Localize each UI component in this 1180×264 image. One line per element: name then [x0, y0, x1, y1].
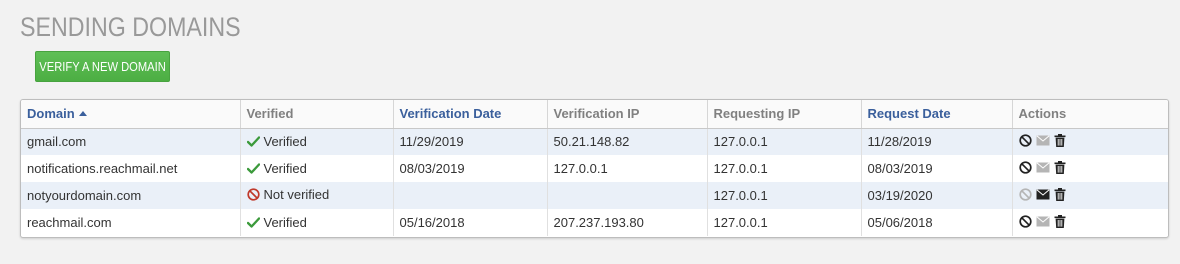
- table-row: gmail.com Verified 11/29/2019 50.21.148.82 1…: [21, 128, 1168, 155]
- table-row: notifications.reachmail.net Verified 08/03…: [21, 155, 1168, 182]
- request-date-cell: 08/03/2019: [861, 155, 1013, 182]
- email-icon: [1035, 135, 1050, 146]
- column-header-verification-ip: Verification IP: [547, 100, 708, 129]
- request-date-cell: 05/06/2018: [861, 209, 1013, 236]
- delete-trash-icon[interactable]: [1054, 133, 1066, 147]
- actions-cell: [1012, 182, 1168, 209]
- table-header-row: Domain Verified Verification Date Verifi…: [21, 100, 1168, 129]
- sort-ascending-icon: [78, 111, 87, 117]
- requesting-ip-cell: 127.0.0.1: [707, 182, 862, 209]
- actions-cell: [1012, 128, 1168, 155]
- verification-ip-cell: 127.0.0.1: [547, 155, 708, 182]
- checkmark-icon: [246, 216, 260, 228]
- domain-cell: reachmail.com: [21, 209, 241, 236]
- request-date-cell: 11/28/2019: [861, 128, 1013, 155]
- cancel-verification-icon[interactable]: [1018, 160, 1032, 174]
- not-verified-icon: [246, 188, 260, 201]
- verified-cell: Verified: [240, 128, 394, 155]
- requesting-ip-cell: 127.0.0.1: [707, 128, 862, 155]
- verified-cell: Verified: [240, 155, 394, 182]
- column-header-actions: Actions: [1012, 100, 1168, 129]
- column-header-request-date[interactable]: Request Date: [861, 100, 1013, 129]
- delete-trash-icon[interactable]: [1054, 214, 1066, 228]
- cancel-verification-icon[interactable]: [1018, 214, 1032, 228]
- column-header-verification-date[interactable]: Verification Date: [393, 100, 548, 129]
- verify-new-domain-button-label: VERIFY A NEW DOMAIN: [39, 59, 166, 74]
- delete-trash-icon[interactable]: [1054, 160, 1066, 174]
- actions-cell: [1012, 209, 1168, 236]
- delete-trash-icon[interactable]: [1054, 187, 1066, 201]
- email-icon[interactable]: [1035, 188, 1050, 200]
- verification-date-cell: 08/03/2019: [393, 155, 548, 182]
- verification-ip-cell: [547, 182, 708, 209]
- checkmark-icon: [246, 136, 260, 147]
- verified-status-label: Verified: [263, 133, 307, 149]
- column-header-domain[interactable]: Domain: [21, 100, 241, 129]
- verified-cell: Verified: [240, 209, 394, 236]
- verified-status-label: Verified: [263, 160, 307, 176]
- cancel-verification-icon: [1018, 187, 1032, 201]
- actions-cell: [1012, 155, 1168, 182]
- domain-cell: gmail.com: [21, 128, 241, 155]
- verification-ip-cell: 50.21.148.82: [547, 128, 708, 155]
- verification-date-cell: [393, 182, 548, 209]
- verified-status-label: Not verified: [263, 187, 330, 202]
- verification-ip-cell: 207.237.193.80: [547, 209, 708, 236]
- requesting-ip-cell: 127.0.0.1: [707, 209, 862, 236]
- table-body: gmail.com Verified 11/29/2019 50.21.148.82 1…: [21, 128, 1168, 236]
- email-icon: [1035, 215, 1050, 227]
- verification-date-cell: 11/29/2019: [393, 128, 548, 155]
- domain-cell: notifications.reachmail.net: [21, 155, 241, 182]
- verified-cell: Not verified: [240, 182, 394, 209]
- table-row: notyourdomain.com Not verified 127.0.0.1 03…: [21, 182, 1168, 209]
- domain-cell: notyourdomain.com: [21, 182, 241, 209]
- email-icon: [1035, 161, 1050, 173]
- cancel-verification-icon[interactable]: [1018, 134, 1032, 147]
- requesting-ip-cell: 127.0.0.1: [707, 155, 862, 182]
- table-row: reachmail.com Verified 05/16/2018 207.237.1…: [21, 209, 1168, 236]
- request-date-cell: 03/19/2020: [861, 182, 1013, 209]
- sending-domains-table: Domain Verified Verification Date Verifi…: [20, 99, 1169, 238]
- verification-date-cell: 05/16/2018: [393, 209, 548, 236]
- column-header-verified: Verified: [240, 100, 394, 129]
- verify-new-domain-button[interactable]: VERIFY A NEW DOMAIN: [35, 51, 170, 82]
- page-title: SENDING DOMAINS: [20, 12, 241, 42]
- checkmark-icon: [246, 162, 260, 174]
- column-header-domain-label: Domain: [27, 106, 75, 122]
- verified-status-label: Verified: [263, 214, 307, 230]
- column-header-requesting-ip: Requesting IP: [707, 100, 862, 129]
